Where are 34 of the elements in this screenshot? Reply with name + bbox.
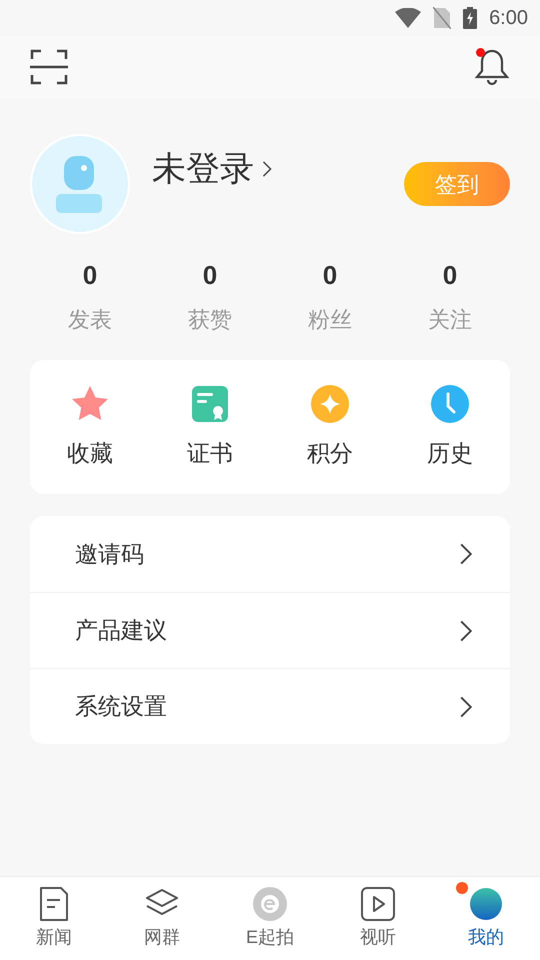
no-sim-icon xyxy=(433,7,452,29)
avatar-icon xyxy=(30,134,130,234)
profile-icon xyxy=(468,886,504,922)
stat-value: 0 xyxy=(322,259,338,292)
tab-item[interactable]: 网群 xyxy=(108,877,216,960)
shortcut-label[interactable]: 历史 xyxy=(427,436,473,470)
tab-item[interactable]: 我的 xyxy=(432,877,540,960)
login-status[interactable]: 未登录 xyxy=(152,144,254,194)
shortcut-label[interactable]: 证书 xyxy=(187,436,233,470)
menu-item[interactable]: 邀请码 xyxy=(75,536,144,572)
shortcut-label[interactable]: 收藏 xyxy=(67,436,113,470)
battery-charging-icon xyxy=(463,7,478,29)
chevron-icon xyxy=(262,161,272,177)
stat-value: 0 xyxy=(202,259,218,292)
chat-e-icon xyxy=(252,886,288,922)
certificate-icon xyxy=(190,384,230,424)
coin-icon xyxy=(310,384,350,424)
tab-item[interactable]: 视听 xyxy=(324,877,432,960)
chevron-icon xyxy=(460,542,472,566)
menu-item[interactable]: 系统设置 xyxy=(75,689,167,724)
clock-icon xyxy=(430,384,470,424)
wifi-icon xyxy=(395,8,422,28)
chevron-icon xyxy=(460,618,472,642)
tab-item[interactable]: 新闻 xyxy=(0,877,108,960)
play-icon xyxy=(360,886,396,922)
menu-item[interactable]: 产品建议 xyxy=(75,613,167,648)
bell-icon[interactable] xyxy=(474,48,510,86)
stat-value: 0 xyxy=(442,259,458,292)
stat-value: 0 xyxy=(82,259,98,292)
tab-item[interactable]: E起拍 xyxy=(216,877,324,960)
chevron-icon xyxy=(460,694,472,718)
scan-icon[interactable] xyxy=(30,48,68,86)
shortcut-label[interactable]: 积分 xyxy=(307,436,353,470)
status-time: 6:00 xyxy=(489,6,528,31)
